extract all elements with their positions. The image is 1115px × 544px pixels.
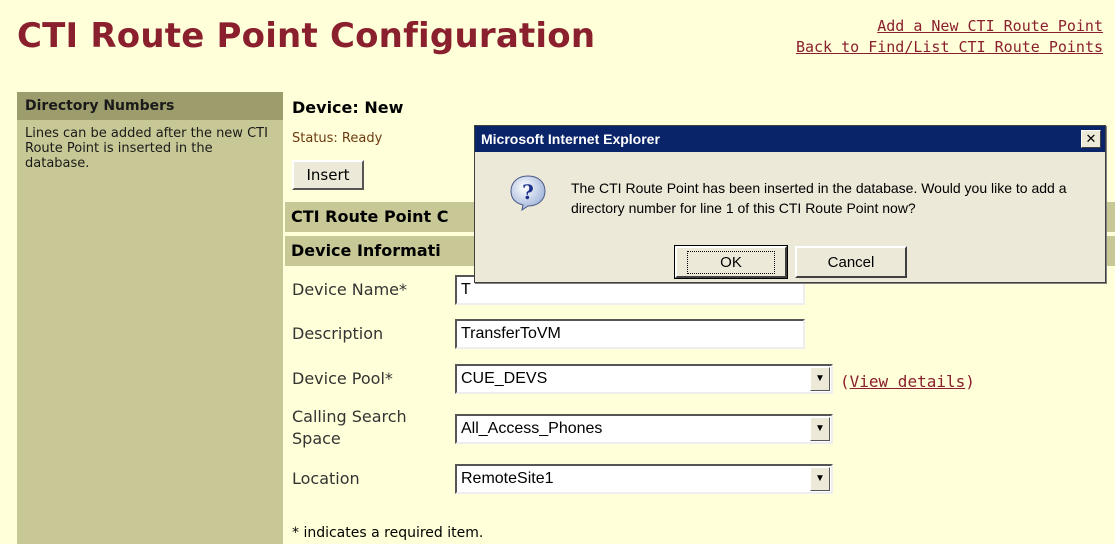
page-title: CTI Route Point Configuration — [17, 16, 596, 56]
device-title: Device: New — [292, 98, 404, 117]
back-to-list-link[interactable]: Back to Find/List CTI Route Points — [796, 37, 1103, 58]
css-label-line1: Calling Search — [292, 407, 407, 426]
sidebar: Directory Numbers Lines can be added aft… — [17, 92, 283, 544]
close-icon[interactable]: ✕ — [1081, 130, 1101, 148]
cancel-button[interactable]: Cancel — [795, 246, 907, 278]
location-value: RemoteSite1 — [461, 470, 554, 487]
description-input[interactable]: TransferToVM — [455, 319, 805, 349]
dialog-title: Microsoft Internet Explorer — [481, 131, 660, 147]
ok-button[interactable]: OK — [674, 245, 788, 279]
dropdown-arrow-icon[interactable]: ▼ — [810, 367, 830, 391]
view-details-link[interactable]: View details — [850, 372, 966, 391]
calling-search-space-label: Calling Search Space — [292, 406, 407, 450]
add-new-link[interactable]: Add a New CTI Route Point — [796, 16, 1103, 37]
dialog-message: The CTI Route Point has been inserted in… — [571, 180, 1067, 216]
dialog-titlebar[interactable]: Microsoft Internet Explorer ✕ — [475, 126, 1105, 152]
location-label: Location — [292, 469, 360, 488]
paren-close: ) — [965, 372, 975, 391]
description-label: Description — [292, 324, 384, 343]
sidebar-header: Directory Numbers — [17, 92, 283, 120]
css-value: All_Access_Phones — [461, 420, 603, 437]
required-note: * indicates a required item. — [292, 525, 484, 541]
confirm-dialog: Microsoft Internet Explorer ✕ ? The CTI … — [474, 125, 1106, 283]
device-pool-value: CUE_DEVS — [461, 370, 548, 387]
calling-search-space-select[interactable]: All_Access_Phones ▼ — [455, 414, 833, 444]
device-pool-select[interactable]: CUE_DEVS ▼ — [455, 364, 833, 394]
dropdown-arrow-icon[interactable]: ▼ — [810, 467, 830, 491]
question-icon: ? — [510, 175, 546, 212]
status-text: Status: Ready — [292, 131, 383, 146]
device-pool-label: Device Pool* — [292, 369, 393, 388]
css-label-line2: Space — [292, 429, 341, 448]
dropdown-arrow-icon[interactable]: ▼ — [810, 417, 830, 441]
location-select[interactable]: RemoteSite1 ▼ — [455, 464, 833, 494]
device-name-label: Device Name* — [292, 280, 408, 299]
paren-open: ( — [840, 372, 850, 391]
top-links: Add a New CTI Route Point Back to Find/L… — [796, 16, 1103, 58]
view-details: (View details) — [840, 372, 975, 391]
svg-text:?: ? — [522, 180, 534, 204]
ok-label: OK — [687, 250, 775, 274]
sidebar-text: Lines can be added after the new CTI Rou… — [25, 126, 268, 171]
insert-button[interactable]: Insert — [292, 160, 364, 190]
